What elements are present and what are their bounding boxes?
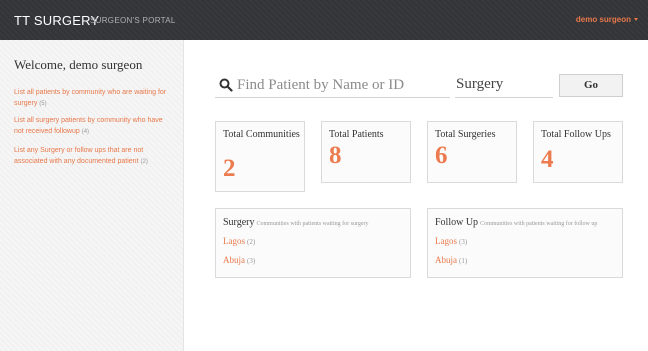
community-count: (3): [247, 257, 256, 265]
stat-label: Total Patients: [329, 129, 384, 140]
stat-value: 6: [435, 142, 448, 169]
search-input[interactable]: [215, 73, 450, 98]
stat-card-surgeries: Total Surgeries 6: [427, 121, 517, 183]
welcome-heading: Welcome, demo surgeon: [14, 57, 143, 72]
user-name: demo surgeon: [575, 15, 631, 24]
stat-card-communities: Total Communities 2: [215, 121, 305, 192]
community-row-lagos[interactable]: Lagos (3): [435, 236, 467, 246]
user-menu[interactable]: demo surgeon: [576, 15, 638, 24]
stat-card-patients: Total Patients 8: [321, 121, 411, 183]
stat-value: 4: [541, 146, 554, 173]
community-count: (1): [459, 257, 468, 265]
community-row-lagos[interactable]: Lagos (2): [223, 236, 255, 246]
app-subtitle: SURGEON'S PORTAL: [90, 16, 176, 25]
stat-value: 2: [223, 155, 236, 182]
stat-label: Total Surgeries: [435, 129, 496, 140]
community-count: (3): [459, 238, 468, 246]
sidebar-link-label: List any Surgery or follow ups that are …: [14, 147, 144, 165]
sidebar-link-count: (4): [81, 129, 90, 135]
community-row-abuja[interactable]: Abuja (1): [435, 255, 467, 265]
chevron-down-icon: [634, 18, 638, 21]
community-row-abuja[interactable]: Abuja (3): [223, 255, 255, 265]
panel-title: Follow Up: [435, 217, 479, 228]
sidebar-link-label: List all patients by community who are w…: [14, 89, 167, 107]
stat-label: Total Communities: [223, 129, 300, 140]
community-name: Lagos: [435, 236, 457, 246]
sidebar-link-count: (5): [39, 101, 47, 107]
panel-heading: Follow Up Communities with patients waiti…: [435, 217, 597, 228]
community-name: Abuja: [223, 255, 245, 265]
search-type-select[interactable]: Surgery: [455, 73, 553, 98]
community-name: Lagos: [223, 236, 245, 246]
stat-value: 8: [329, 142, 342, 169]
stat-card-followups: Total Follow Ups 4: [533, 121, 623, 183]
sidebar: Welcome, demo surgeon List all patients …: [0, 40, 184, 351]
panel-heading: Surgery Communities with patients waiting…: [223, 217, 369, 228]
sidebar-link-unassociated[interactable]: List any Surgery or follow ups that are …: [14, 145, 174, 168]
panel-title: Surgery: [223, 217, 255, 228]
follow-up-panel: Follow Up Communities with patients waiti…: [427, 208, 623, 278]
sidebar-link-waiting-surgery[interactable]: List all patients by community who are w…: [14, 87, 174, 110]
go-button[interactable]: Go: [559, 74, 623, 97]
surgery-panel: Surgery Communities with patients waiting…: [215, 208, 411, 278]
panel-subtitle: Communities with patients waiting for fo…: [480, 221, 598, 227]
app-title[interactable]: TT SURGERY: [14, 13, 99, 28]
community-count: (2): [247, 238, 256, 246]
sidebar-link-count: (2): [140, 159, 148, 165]
panel-subtitle: Communities with patients waiting for su…: [256, 221, 369, 227]
search-icon: [219, 78, 233, 92]
sidebar-link-no-followup[interactable]: List all surgery patients by community w…: [14, 115, 174, 138]
community-name: Abuja: [435, 255, 457, 265]
stat-label: Total Follow Ups: [541, 129, 611, 140]
top-navbar: TT SURGERY SURGEON'S PORTAL demo surgeon: [0, 0, 648, 40]
